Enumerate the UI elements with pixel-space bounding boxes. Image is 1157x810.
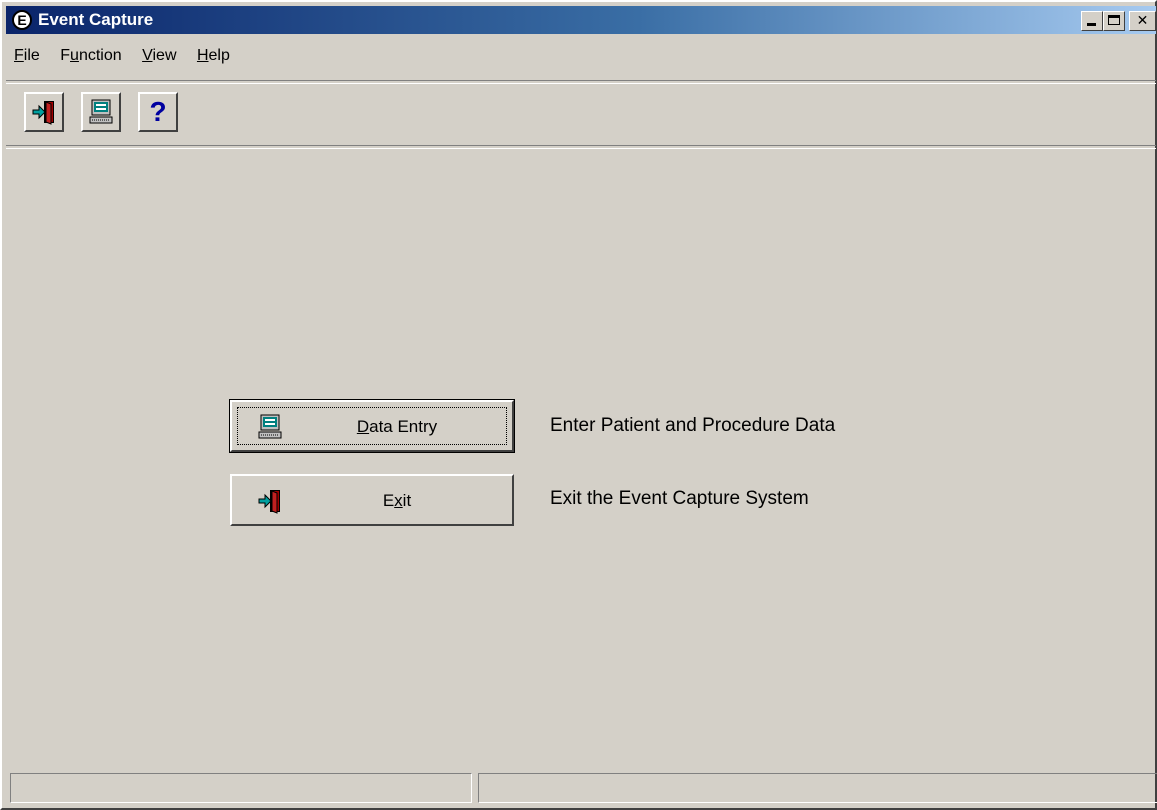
menu-view[interactable]: View bbox=[134, 42, 184, 70]
data-entry-button[interactable]: Data Entry bbox=[229, 399, 515, 453]
status-panel-right bbox=[478, 773, 1157, 803]
toolbar-data-entry-button[interactable] bbox=[81, 92, 121, 132]
status-panel-left bbox=[10, 773, 472, 803]
computer-icon bbox=[89, 99, 113, 124]
menu-file[interactable]: File bbox=[6, 42, 48, 70]
exit-door-icon bbox=[258, 490, 280, 514]
minimize-icon bbox=[1087, 23, 1096, 26]
exit-label-prefix: E bbox=[382, 491, 395, 510]
close-button[interactable]: ✕ bbox=[1129, 11, 1156, 31]
app-icon[interactable]: E bbox=[12, 10, 32, 30]
menu-separator bbox=[6, 80, 1156, 84]
exit-label-rest: it bbox=[402, 491, 412, 510]
app-icon-letter: E bbox=[17, 12, 27, 28]
exit-accel: x bbox=[394, 491, 403, 510]
menu-view-accel: V bbox=[142, 47, 153, 64]
menu-help[interactable]: Help bbox=[189, 42, 238, 70]
exit-button[interactable]: Exit bbox=[230, 474, 514, 526]
help-icon: ? bbox=[149, 96, 167, 127]
menu-function[interactable]: Function bbox=[52, 42, 129, 70]
menu-help-label: elp bbox=[208, 47, 230, 64]
menu-file-label: ile bbox=[23, 47, 40, 64]
toolbar-exit-button[interactable] bbox=[24, 92, 64, 132]
close-icon: ✕ bbox=[1136, 12, 1149, 28]
exit-description: Exit the Event Capture System bbox=[550, 488, 809, 509]
maximize-button[interactable] bbox=[1103, 11, 1125, 31]
computer-icon bbox=[258, 414, 282, 439]
data-entry-label-rest: ata Entry bbox=[369, 417, 438, 436]
menu-function-prefix: F bbox=[60, 47, 71, 64]
exit-door-icon bbox=[32, 101, 54, 125]
menu-function-label: nction bbox=[78, 47, 122, 64]
title-bar[interactable]: E Event Capture ✕ bbox=[6, 6, 1156, 34]
event-capture-window: E Event Capture ✕ File Function View Hel… bbox=[0, 0, 1157, 810]
data-entry-description: Enter Patient and Procedure Data bbox=[550, 415, 836, 436]
menu-view-label: iew bbox=[152, 47, 177, 64]
status-bar bbox=[10, 773, 1157, 803]
data-entry-accel: D bbox=[356, 417, 370, 436]
menu-function-accel: u bbox=[70, 47, 79, 64]
menu-file-accel: F bbox=[14, 47, 24, 64]
menu-help-accel: H bbox=[196, 47, 209, 64]
minimize-button[interactable] bbox=[1081, 11, 1103, 31]
maximize-icon bbox=[1108, 15, 1120, 25]
toolbar-separator bbox=[6, 145, 1156, 149]
toolbar-help-button[interactable]: ? bbox=[138, 92, 178, 132]
window-title: Event Capture bbox=[38, 10, 154, 29]
data-entry-label: Data Entry bbox=[292, 416, 502, 438]
exit-label: Exit bbox=[292, 490, 502, 512]
menu-bar: File Function View Help bbox=[6, 42, 1156, 72]
